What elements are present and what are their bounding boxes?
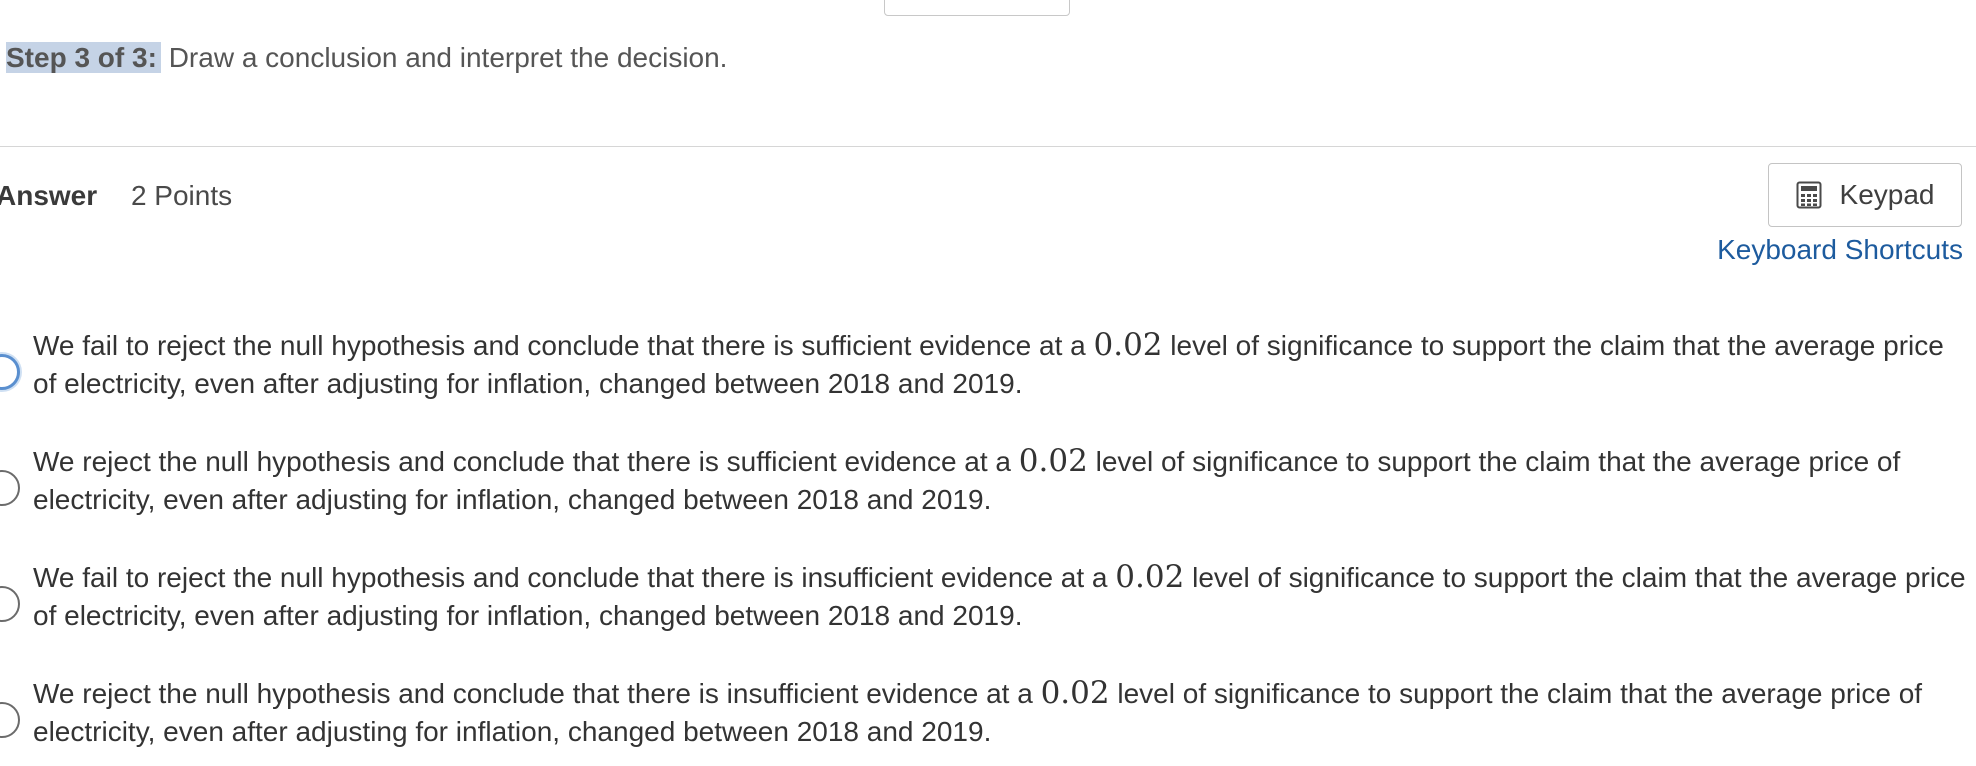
- question-page: Step 3 of 3: Draw a conclusion and inter…: [0, 0, 1976, 766]
- option-text-4: We reject the null hypothesis and conclu…: [33, 674, 1973, 751]
- radio-option-3[interactable]: [0, 586, 20, 622]
- significance-value: 0.02: [1018, 443, 1088, 479]
- significance-value: 0.02: [1040, 675, 1110, 711]
- option-text-before: We reject the null hypothesis and conclu…: [33, 678, 1041, 709]
- answer-option-1[interactable]: We fail to reject the null hypothesis an…: [0, 326, 1976, 406]
- radio-option-1[interactable]: [0, 354, 20, 390]
- answer-option-3[interactable]: We fail to reject the null hypothesis an…: [0, 558, 1976, 638]
- option-text-before: We fail to reject the null hypothesis an…: [33, 330, 1094, 361]
- option-text-3: We fail to reject the null hypothesis an…: [33, 558, 1973, 635]
- answer-label: Answer: [0, 180, 98, 211]
- option-text-2: We reject the null hypothesis and conclu…: [33, 442, 1973, 519]
- answer-option-2[interactable]: We reject the null hypothesis and conclu…: [0, 442, 1976, 522]
- keyboard-shortcuts-link[interactable]: Keyboard Shortcuts: [1717, 230, 1963, 270]
- step-label: Step 3 of 3:: [6, 42, 161, 73]
- answer-option-4[interactable]: We reject the null hypothesis and conclu…: [0, 674, 1976, 754]
- keypad-button[interactable]: Keypad: [1768, 163, 1962, 227]
- step-text: Draw a conclusion and interpret the deci…: [160, 42, 728, 73]
- step-instruction: Step 3 of 3: Draw a conclusion and inter…: [6, 38, 727, 78]
- points-label: 2 Points: [130, 180, 233, 211]
- top-tab[interactable]: [884, 0, 1070, 16]
- significance-value: 0.02: [1115, 559, 1185, 595]
- option-text-before: We fail to reject the null hypothesis an…: [33, 562, 1116, 593]
- keypad-label: Keypad: [1839, 179, 1935, 210]
- divider: [0, 146, 1976, 147]
- significance-value: 0.02: [1093, 327, 1163, 363]
- radio-option-2[interactable]: [0, 470, 20, 506]
- answer-header: Answer 2 Points: [0, 176, 232, 216]
- radio-option-4[interactable]: [0, 702, 20, 738]
- calculator-icon: [1796, 181, 1822, 209]
- option-text-before: We reject the null hypothesis and conclu…: [33, 446, 1019, 477]
- option-text-1: We fail to reject the null hypothesis an…: [33, 326, 1973, 403]
